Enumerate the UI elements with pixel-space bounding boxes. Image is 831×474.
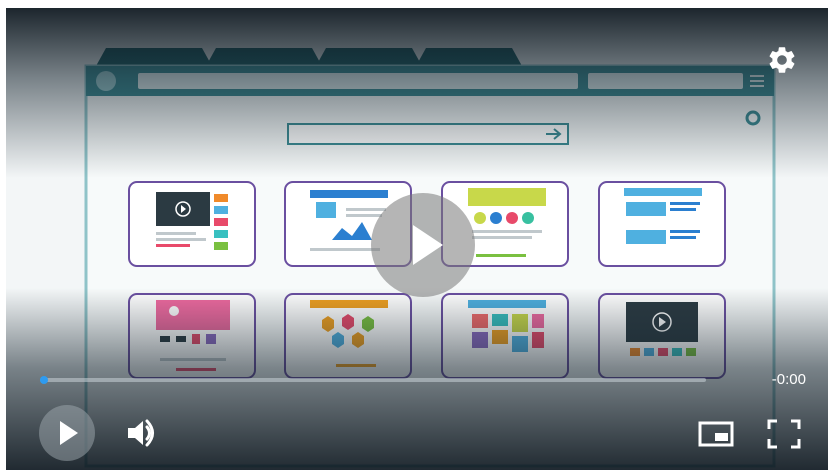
picture-in-picture-icon xyxy=(698,421,734,447)
volume-button[interactable] xyxy=(124,418,160,448)
play-button[interactable] xyxy=(39,405,95,461)
fullscreen-icon xyxy=(767,419,801,449)
gear-icon xyxy=(769,47,795,73)
picture-in-picture-button[interactable] xyxy=(698,420,734,448)
play-icon xyxy=(60,421,78,445)
progress-track xyxy=(40,378,706,382)
volume-icon xyxy=(128,419,154,447)
remaining-time: -0:00 xyxy=(771,371,806,388)
settings-button[interactable] xyxy=(766,44,798,76)
big-play-button[interactable] xyxy=(371,193,475,297)
progress-bar[interactable] xyxy=(40,376,706,384)
fullscreen-button[interactable] xyxy=(766,418,802,450)
video-player[interactable]: -0:00 xyxy=(6,8,828,470)
play-icon xyxy=(413,225,443,265)
progress-scrubber[interactable] xyxy=(40,376,48,384)
